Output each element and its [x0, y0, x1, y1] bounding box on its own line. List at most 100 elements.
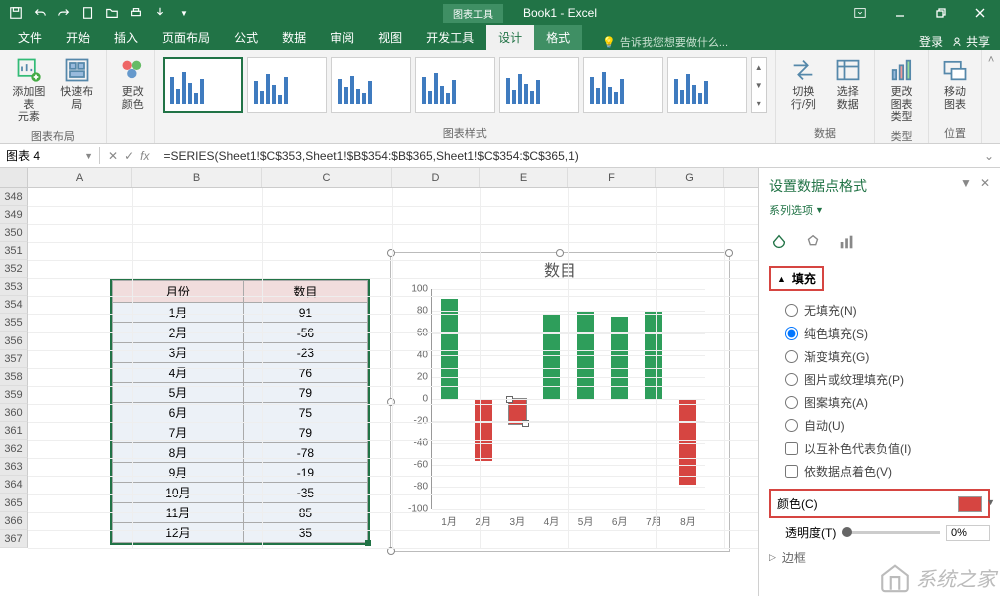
- undo-icon[interactable]: [30, 3, 50, 23]
- chart-handle-n[interactable]: [556, 249, 564, 257]
- row-header-350[interactable]: 350: [0, 224, 28, 242]
- login-link[interactable]: 登录: [919, 33, 943, 50]
- chart-styles-gallery[interactable]: ▲▼▾: [163, 54, 767, 116]
- touch-icon[interactable]: [150, 3, 170, 23]
- series-options-tab-icon[interactable]: [837, 232, 857, 252]
- formula-bar[interactable]: =SERIES(Sheet1!$C$353,Sheet1!$B$354:$B$3…: [157, 149, 977, 163]
- add-chart-element-button[interactable]: 添加图表 元素: [8, 54, 50, 126]
- row-header-366[interactable]: 366: [0, 512, 28, 530]
- chart-bar[interactable]: [679, 399, 696, 485]
- redo-icon[interactable]: [54, 3, 74, 23]
- vary-by-point-check[interactable]: 依数据点着色(V): [769, 460, 990, 483]
- picture-fill-radio[interactable]: 图片或纹理填充(P): [769, 368, 990, 391]
- row-header-357[interactable]: 357: [0, 350, 28, 368]
- change-colors-button[interactable]: 更改 颜色: [115, 54, 151, 113]
- embedded-chart[interactable]: 数目 1月2月3月4月5月6月7月8月 100806040200-20-40-6…: [390, 252, 730, 552]
- chart-style-5[interactable]: [499, 57, 579, 113]
- tell-me-input[interactable]: 💡告诉我您想要做什么...: [582, 34, 919, 50]
- tab-format[interactable]: 格式: [534, 25, 582, 50]
- tab-insert[interactable]: 插入: [102, 25, 150, 50]
- col-header-C[interactable]: C: [262, 168, 392, 187]
- row-header-365[interactable]: 365: [0, 494, 28, 512]
- chart-handle-nw[interactable]: [387, 249, 395, 257]
- col-header-D[interactable]: D: [392, 168, 480, 187]
- series-options-dropdown[interactable]: 系列选项 ▼: [769, 202, 990, 218]
- collapse-ribbon-icon[interactable]: ˄: [982, 50, 1000, 143]
- row-header-353[interactable]: 353: [0, 278, 28, 296]
- solid-fill-radio[interactable]: 纯色填充(S): [769, 322, 990, 345]
- cancel-fx-icon[interactable]: ✕: [108, 149, 118, 163]
- select-all-corner[interactable]: [0, 168, 28, 187]
- namebox-dropdown-icon[interactable]: ▼: [84, 151, 93, 161]
- new-icon[interactable]: [78, 3, 98, 23]
- col-header-E[interactable]: E: [480, 168, 568, 187]
- qat-dropdown-icon[interactable]: ▼: [174, 3, 194, 23]
- row-header-358[interactable]: 358: [0, 368, 28, 386]
- gallery-down-icon[interactable]: ▼: [752, 76, 766, 94]
- effects-tab-icon[interactable]: [803, 232, 823, 252]
- source-data-range[interactable]: 月份数目1月912月-563月-234月765月796月757月798月-789…: [110, 278, 370, 545]
- minimize-icon[interactable]: [880, 0, 920, 26]
- row-header-367[interactable]: 367: [0, 530, 28, 548]
- tab-review[interactable]: 审阅: [318, 25, 366, 50]
- chart-title[interactable]: 数目: [391, 253, 729, 285]
- tab-home[interactable]: 开始: [54, 25, 102, 50]
- accept-fx-icon[interactable]: ✓: [124, 149, 134, 163]
- row-header-361[interactable]: 361: [0, 422, 28, 440]
- row-header-348[interactable]: 348: [0, 188, 28, 206]
- pattern-fill-radio[interactable]: 图案填充(A): [769, 391, 990, 414]
- name-box[interactable]: 图表 4▼: [0, 147, 100, 164]
- gradient-fill-radio[interactable]: 渐变填充(G): [769, 345, 990, 368]
- expand-fx-icon[interactable]: ⌄: [978, 149, 1000, 163]
- move-chart-button[interactable]: 移动图表: [937, 54, 973, 113]
- print-icon[interactable]: [126, 3, 146, 23]
- row-header-362[interactable]: 362: [0, 440, 28, 458]
- row-header-364[interactable]: 364: [0, 476, 28, 494]
- share-button[interactable]: 共享: [951, 33, 990, 50]
- row-header-354[interactable]: 354: [0, 296, 28, 314]
- switch-row-col-button[interactable]: 切换行/列: [784, 54, 823, 113]
- close-icon[interactable]: [960, 0, 1000, 26]
- gallery-more-icon[interactable]: ▾: [752, 94, 766, 112]
- range-fill-handle[interactable]: [365, 540, 371, 546]
- pane-dropdown-icon[interactable]: ▼: [960, 176, 972, 190]
- tab-page-layout[interactable]: 页面布局: [150, 25, 222, 50]
- tab-data[interactable]: 数据: [270, 25, 318, 50]
- open-icon[interactable]: [102, 3, 122, 23]
- chart-style-3[interactable]: [331, 57, 411, 113]
- fill-color-picker[interactable]: [958, 496, 982, 512]
- chart-style-6[interactable]: [583, 57, 663, 113]
- row-header-360[interactable]: 360: [0, 404, 28, 422]
- row-header-349[interactable]: 349: [0, 206, 28, 224]
- fx-icon[interactable]: fx: [140, 149, 149, 163]
- row-header-352[interactable]: 352: [0, 260, 28, 278]
- col-header-F[interactable]: F: [568, 168, 656, 187]
- quick-layout-button[interactable]: 快速布局: [56, 54, 98, 113]
- chart-style-7[interactable]: [667, 57, 747, 113]
- pane-close-icon[interactable]: ✕: [980, 176, 990, 190]
- save-icon[interactable]: [6, 3, 26, 23]
- chart-handle-ne[interactable]: [725, 249, 733, 257]
- tab-design[interactable]: 设计: [486, 25, 534, 50]
- transparency-input[interactable]: 0%: [946, 525, 990, 541]
- restore-icon[interactable]: [920, 0, 960, 26]
- select-data-button[interactable]: 选择数据: [829, 54, 866, 113]
- row-header-355[interactable]: 355: [0, 314, 28, 332]
- tab-view[interactable]: 视图: [366, 25, 414, 50]
- transparency-slider[interactable]: [842, 531, 940, 534]
- row-header-351[interactable]: 351: [0, 242, 28, 260]
- ribbon-options-icon[interactable]: [840, 0, 880, 26]
- change-chart-type-button[interactable]: 更改 图表类型: [883, 54, 919, 126]
- fill-line-tab-icon[interactable]: [769, 232, 789, 252]
- tab-file[interactable]: 文件: [6, 25, 54, 50]
- row-header-356[interactable]: 356: [0, 332, 28, 350]
- chart-bar[interactable]: [475, 399, 492, 461]
- col-header-G[interactable]: G: [656, 168, 724, 187]
- chart-style-1[interactable]: [163, 57, 243, 113]
- auto-fill-radio[interactable]: 自动(U): [769, 414, 990, 437]
- col-header-A[interactable]: A: [28, 168, 132, 187]
- no-fill-radio[interactable]: 无填充(N): [769, 299, 990, 322]
- tab-dev[interactable]: 开发工具: [414, 25, 486, 50]
- row-header-363[interactable]: 363: [0, 458, 28, 476]
- gallery-up-icon[interactable]: ▲: [752, 58, 766, 76]
